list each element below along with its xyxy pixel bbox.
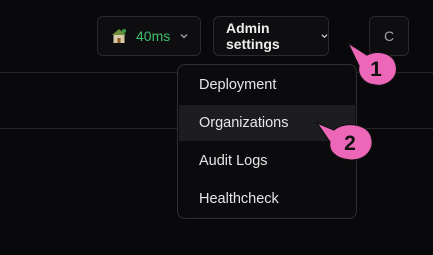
latency-label: 40ms [136,28,171,44]
callout-number-2: 2 [344,132,356,155]
admin-settings-button[interactable]: Admin settings [213,16,329,56]
house-icon [112,29,126,43]
menu-item-healthcheck[interactable]: Healthcheck [179,181,355,217]
menu-item-label: Healthcheck [199,191,279,207]
chevron-down-icon [180,34,188,39]
callout-marker-2: 2 [315,121,373,161]
chevron-down-icon [321,34,328,39]
menu-item-label: Deployment [199,77,277,93]
menu-item-label: Organizations [199,115,289,131]
latency-button[interactable]: 40ms [97,16,201,56]
menu-item-deployment[interactable]: Deployment [179,67,355,103]
callout-marker-1: 1 [346,41,398,86]
admin-settings-label: Admin settings [226,20,280,52]
callout-number-1: 1 [370,58,382,81]
menu-item-label: Audit Logs [199,153,268,169]
